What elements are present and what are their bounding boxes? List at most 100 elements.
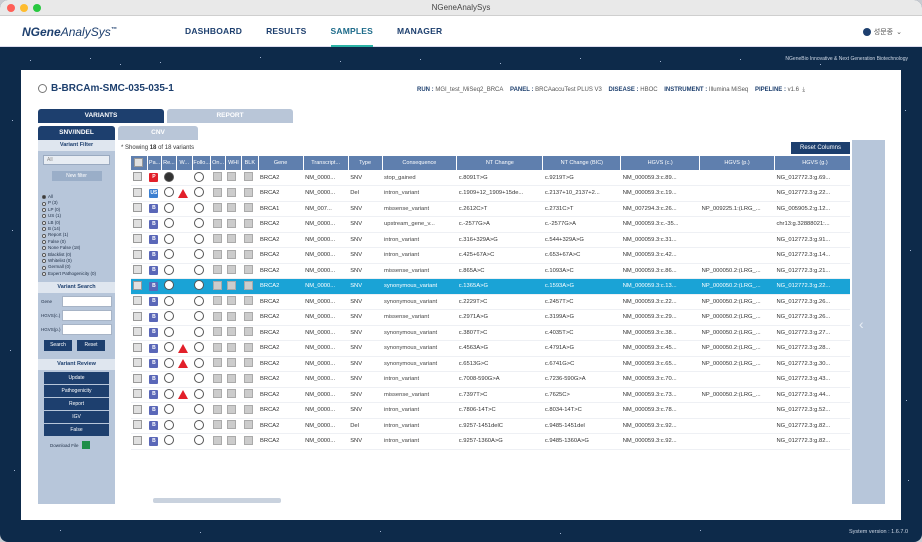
review-false-button[interactable]: False xyxy=(44,424,109,437)
column-header[interactable]: WHI xyxy=(225,156,243,170)
user-menu[interactable]: 성문종 ⌄ xyxy=(862,27,902,37)
column-header[interactable]: Transcript... xyxy=(303,156,349,170)
report-toggle[interactable] xyxy=(163,171,174,182)
pathogenicity-badge[interactable]: B xyxy=(149,235,159,245)
filter-select[interactable]: All xyxy=(43,155,110,165)
column-header[interactable]: Gene xyxy=(258,156,304,170)
follow-toggle[interactable] xyxy=(194,187,205,198)
on-toggle[interactable] xyxy=(212,218,222,228)
table-row[interactable]: B BRCA2 NM_0000... SNV intron_variant c.7008-… xyxy=(131,371,850,388)
follow-toggle[interactable] xyxy=(194,419,205,430)
row-checkbox[interactable] xyxy=(133,327,142,337)
table-row[interactable]: B BRCA2 NM_0000... SNV intron_variant c.316+3… xyxy=(131,232,850,248)
on-toggle[interactable] xyxy=(212,265,222,275)
table-row[interactable]: B BRCA2 NM_0000... SNV synonymous_variant c.4… xyxy=(131,340,850,357)
maximize-window-button[interactable] xyxy=(33,4,41,12)
whitelist-toggle[interactable] xyxy=(227,435,237,445)
whitelist-toggle[interactable] xyxy=(227,404,237,414)
pathogenicity-badge[interactable]: B xyxy=(149,421,159,431)
pathogenicity-badge[interactable]: P xyxy=(149,173,159,182)
whitelist-toggle[interactable] xyxy=(227,234,237,244)
on-toggle[interactable] xyxy=(212,420,222,430)
side-panel-toggle[interactable] xyxy=(852,140,885,504)
close-window-button[interactable] xyxy=(7,4,15,12)
search-button[interactable]: Search xyxy=(44,340,72,352)
row-checkbox[interactable] xyxy=(133,420,142,430)
report-toggle[interactable] xyxy=(163,435,174,446)
blacklist-toggle[interactable] xyxy=(243,342,253,352)
follow-toggle[interactable] xyxy=(194,249,205,260)
report-toggle[interactable] xyxy=(163,419,174,430)
row-checkbox[interactable] xyxy=(133,404,142,414)
whitelist-toggle[interactable] xyxy=(227,187,237,197)
table-row[interactable]: P BRCA2 NM_0000... SNV stop_gained c.8091T>G c… xyxy=(131,170,850,186)
pathogenicity-badge[interactable]: B xyxy=(149,250,159,260)
whitelist-toggle[interactable] xyxy=(227,218,237,228)
nav-item-samples[interactable]: SAMPLES xyxy=(330,16,374,47)
column-header[interactable]: On... xyxy=(210,156,226,170)
row-checkbox[interactable] xyxy=(133,358,142,368)
follow-toggle[interactable] xyxy=(194,326,205,337)
follow-toggle[interactable] xyxy=(194,171,205,182)
column-header[interactable]: Follo... xyxy=(192,156,212,170)
table-row[interactable]: B BRCA2 NM_0000... Del intron_variant c.9257-… xyxy=(131,418,850,434)
follow-toggle[interactable] xyxy=(194,280,205,291)
row-checkbox[interactable] xyxy=(133,234,142,244)
select-all-checkbox[interactable] xyxy=(134,157,144,167)
blacklist-toggle[interactable] xyxy=(243,234,253,244)
whitelist-toggle[interactable] xyxy=(227,265,237,275)
whitelist-toggle[interactable] xyxy=(227,203,237,213)
nav-item-manager[interactable]: MANAGER xyxy=(397,16,442,47)
blacklist-toggle[interactable] xyxy=(243,218,253,228)
row-checkbox[interactable] xyxy=(133,311,142,321)
hgvsp-input[interactable] xyxy=(62,324,112,336)
column-header[interactable]: HGVS (p.) xyxy=(699,156,775,170)
pathogenicity-badge[interactable]: B xyxy=(149,281,159,291)
follow-toggle[interactable] xyxy=(194,373,205,384)
row-checkbox[interactable] xyxy=(133,187,142,197)
whitelist-toggle[interactable] xyxy=(227,373,237,383)
whitelist-toggle[interactable] xyxy=(227,327,237,337)
row-checkbox[interactable] xyxy=(133,203,142,213)
row-checkbox[interactable] xyxy=(133,373,142,383)
column-header[interactable]: Pa... xyxy=(147,156,163,170)
on-toggle[interactable] xyxy=(212,327,222,337)
pathogenicity-badge[interactable]: B xyxy=(149,390,159,400)
blacklist-toggle[interactable] xyxy=(243,265,253,275)
row-checkbox[interactable] xyxy=(133,296,142,306)
table-row[interactable]: B BRCA2 NM_0000... SNV intron_variant c.9257-… xyxy=(131,433,850,450)
app-logo[interactable]: NGeneAnalySys™ xyxy=(22,25,117,39)
on-toggle[interactable] xyxy=(212,203,222,213)
tab-report[interactable]: REPORT xyxy=(167,109,293,123)
row-checkbox[interactable] xyxy=(133,280,142,290)
gene-input[interactable] xyxy=(62,296,112,308)
row-checkbox[interactable] xyxy=(133,265,142,275)
whitelist-toggle[interactable] xyxy=(227,172,237,181)
whitelist-toggle[interactable] xyxy=(227,280,237,290)
table-row[interactable]: B BRCA2 NM_0000... SNV upstream_gene_v... c.-… xyxy=(131,216,850,233)
whitelist-toggle[interactable] xyxy=(227,342,237,352)
blacklist-toggle[interactable] xyxy=(243,358,253,368)
column-header[interactable]: HGVS (g.) xyxy=(774,156,850,170)
follow-toggle[interactable] xyxy=(194,357,205,368)
column-header[interactable]: NT Change (BIC) xyxy=(542,156,622,170)
blacklist-toggle[interactable] xyxy=(243,404,253,414)
on-toggle[interactable] xyxy=(212,404,222,414)
follow-toggle[interactable] xyxy=(194,233,205,244)
column-header[interactable]: W... xyxy=(176,156,193,170)
tab-variants[interactable]: VARIANTS xyxy=(38,109,164,123)
table-row[interactable]: B BRCA2 NM_0000... SNV synonymous_variant c.1… xyxy=(131,278,850,295)
whitelist-toggle[interactable] xyxy=(227,249,237,259)
report-toggle[interactable] xyxy=(163,280,174,291)
pathogenicity-badge[interactable]: B xyxy=(149,359,159,369)
row-checkbox[interactable] xyxy=(133,172,142,181)
pathogenicity-badge[interactable]: B xyxy=(149,374,159,384)
reset-columns-button[interactable]: Reset Columns xyxy=(791,142,850,154)
report-toggle[interactable] xyxy=(163,249,174,260)
table-row[interactable]: US BRCA2 NM_0000... Del intron_variant c.1909… xyxy=(131,185,850,202)
tab-snv-indel[interactable]: SNV/INDEL xyxy=(38,126,115,140)
table-row[interactable]: B BRCA2 NM_0000... SNV intron_variant c.425+6… xyxy=(131,247,850,264)
pathogenicity-badge[interactable]: B xyxy=(149,328,159,338)
nav-item-results[interactable]: RESULTS xyxy=(266,16,306,47)
column-header[interactable]: Consequence xyxy=(382,156,458,170)
